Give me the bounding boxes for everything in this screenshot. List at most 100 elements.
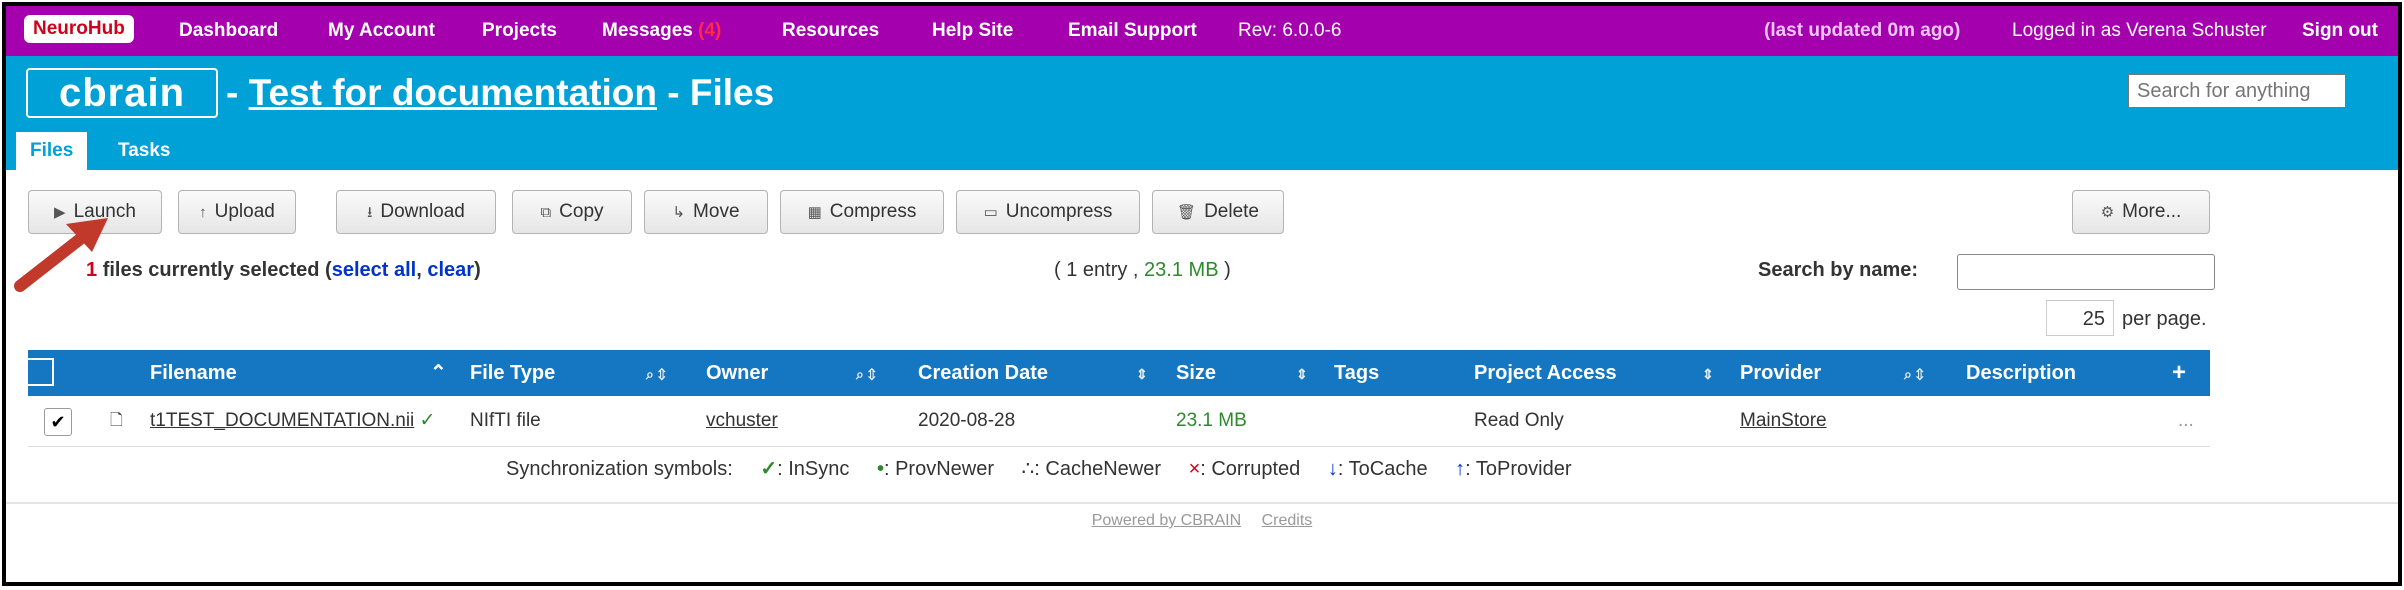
col-project-access[interactable]: Project Access (1474, 350, 1617, 396)
last-updated-label: (last updated 0m ago) (1764, 20, 1961, 41)
powered-by-link[interactable]: Powered by CBRAIN (1092, 512, 1241, 529)
trash-icon: 🗑 (1177, 204, 1197, 221)
col-file-type[interactable]: File Type (470, 350, 555, 396)
title-separator: - (226, 72, 239, 113)
copy-label: Copy (559, 201, 604, 222)
delete-button[interactable]: 🗑 Delete (1152, 190, 1284, 234)
per-page-label: per page. (2122, 308, 2207, 330)
more-button[interactable]: ⚙ More... (2072, 190, 2210, 234)
entry-summary-suffix: ) (1224, 259, 1231, 281)
move-button[interactable]: ↳ Move (644, 190, 768, 234)
filename-link[interactable]: t1TEST_DOCUMENTATION.nii (150, 410, 414, 431)
add-column-icon[interactable]: + (2172, 350, 2186, 396)
sync-legend-item: ↓: ToCache (1328, 458, 1428, 480)
nav-help-site[interactable]: Help Site (932, 6, 1013, 56)
folder-open-icon: ▭ (983, 204, 998, 221)
download-icon: ⭳ (367, 204, 373, 221)
sort-up-icon[interactable]: ⌃ (430, 350, 447, 396)
sign-out-link[interactable]: Sign out (2302, 6, 2378, 56)
col-creation-date-label: Creation Date (918, 362, 1049, 384)
upload-label: Upload (214, 201, 275, 222)
tab-files[interactable]: Files (16, 132, 88, 170)
row-description: ... (2178, 410, 2194, 431)
more-label: More... (2122, 201, 2182, 222)
row-checkbox[interactable]: ✔ (44, 408, 72, 436)
selected-count: 1 (86, 259, 98, 281)
paren-open: ( (325, 259, 332, 281)
sync-legend-text: : ProvNewer (883, 458, 994, 480)
col-description-label: Description (1966, 362, 2077, 384)
col-description[interactable]: Description (1966, 350, 2076, 396)
filter-sort-icon[interactable]: ⌕ ⇕ (1898, 350, 1924, 397)
col-tags[interactable]: Tags (1334, 350, 1379, 396)
nav-messages[interactable]: Messages (4) (602, 6, 721, 56)
sync-legend-text: : ToCache (1337, 458, 1428, 480)
row-filename[interactable]: t1TEST_DOCUMENTATION.nii ✓ (150, 396, 435, 446)
sort-icon[interactable]: ⇕ (1130, 350, 1148, 397)
nav-messages-label: Messages (602, 20, 693, 41)
uncompress-button[interactable]: ▭ Uncompress (956, 190, 1140, 234)
page-header: cbrain - Test for documentation - Files … (6, 56, 2398, 170)
col-filename[interactable]: Filename (150, 350, 237, 396)
search-by-name-input[interactable] (1957, 254, 2215, 290)
copy-button[interactable]: ⧉ Copy (512, 190, 632, 234)
credits-link[interactable]: Credits (1262, 512, 1313, 529)
clear-link[interactable]: clear (427, 259, 474, 281)
toprovider-icon: ↑ (1455, 458, 1466, 480)
sync-status-icon: ✓ (419, 410, 436, 431)
app-window: NeuroHub Dashboard My Account Projects M… (2, 2, 2402, 586)
row-file-type: NIfTI file (470, 410, 541, 431)
sync-legend-text: : CacheNewer (1034, 458, 1161, 480)
filter-sort-icon[interactable]: ⌕ ⇕ (850, 350, 876, 397)
nav-email-support[interactable]: Email Support (1068, 6, 1197, 56)
table-row[interactable]: ✔ 🗋 t1TEST_DOCUMENTATION.nii ✓ NIfTI fil… (28, 396, 2210, 447)
col-creation-date[interactable]: Creation Date (918, 350, 1048, 396)
row-owner-link[interactable]: vchuster (706, 396, 778, 446)
col-provider-label: Provider (1740, 362, 1822, 384)
annotation-arrow-icon (14, 218, 108, 292)
search-by-name-label: Search by name: (1758, 259, 1919, 281)
gear-icon: ⚙ (2100, 204, 2115, 221)
col-owner[interactable]: Owner (706, 350, 768, 396)
sync-legend-text: : ToProvider (1465, 458, 1572, 480)
col-size[interactable]: Size (1176, 350, 1216, 396)
row-size: 23.1 MB (1176, 410, 1247, 431)
entry-summary-prefix: ( 1 entry , (1054, 259, 1139, 281)
sort-icon[interactable]: ⇕ (1290, 350, 1308, 397)
row-creation-date: 2020-08-28 (918, 410, 1016, 431)
nav-projects[interactable]: Projects (482, 6, 557, 56)
corrupted-icon: × (1188, 458, 1201, 480)
nav-resources[interactable]: Resources (782, 6, 879, 56)
project-link[interactable]: Test for documentation (249, 72, 657, 113)
col-provider[interactable]: Provider (1740, 350, 1821, 396)
compress-button[interactable]: ▦ Compress (780, 190, 944, 234)
messages-count-badge: (4) (698, 20, 722, 41)
delete-label: Delete (1204, 201, 1259, 222)
comma: , (416, 259, 422, 281)
compress-label: Compress (829, 201, 917, 222)
table-header: Filename ⌃ File Type ⌕ ⇕ Owner ⌕ ⇕ Creat… (28, 350, 2210, 396)
global-search-input[interactable] (2128, 74, 2346, 108)
per-page-input[interactable]: 25 (2046, 300, 2114, 336)
cachenewer-icon: ∴ (1021, 458, 1035, 480)
select-all-checkbox[interactable] (26, 358, 54, 386)
col-tags-label: Tags (1334, 362, 1380, 384)
download-label: Download (380, 201, 465, 222)
upload-button[interactable]: ↑ Upload (178, 190, 296, 234)
select-all-link[interactable]: select all (332, 259, 417, 281)
tab-tasks[interactable]: Tasks (104, 132, 184, 170)
compress-icon: ▦ (807, 204, 822, 221)
neurohub-brand-button[interactable]: NeuroHub (24, 15, 134, 43)
download-button[interactable]: ⭳ Download (336, 190, 496, 234)
sync-legend-label: Synchronization symbols: (506, 458, 733, 480)
selection-text: files currently selected (102, 259, 320, 281)
sync-legend-item: ∴: CacheNewer (1022, 458, 1161, 480)
col-size-label: Size (1176, 362, 1217, 384)
sort-icon[interactable]: ⇕ (1696, 350, 1714, 397)
row-provider-link[interactable]: MainStore (1740, 396, 1827, 446)
page-title: - Test for documentation - Files (226, 68, 774, 118)
nav-my-account[interactable]: My Account (328, 6, 435, 56)
nav-dashboard[interactable]: Dashboard (179, 6, 278, 56)
entry-summary: ( 1 entry , 23.1 MB ) (1054, 259, 1231, 282)
filter-sort-icon[interactable]: ⌕ ⇕ (640, 350, 666, 397)
